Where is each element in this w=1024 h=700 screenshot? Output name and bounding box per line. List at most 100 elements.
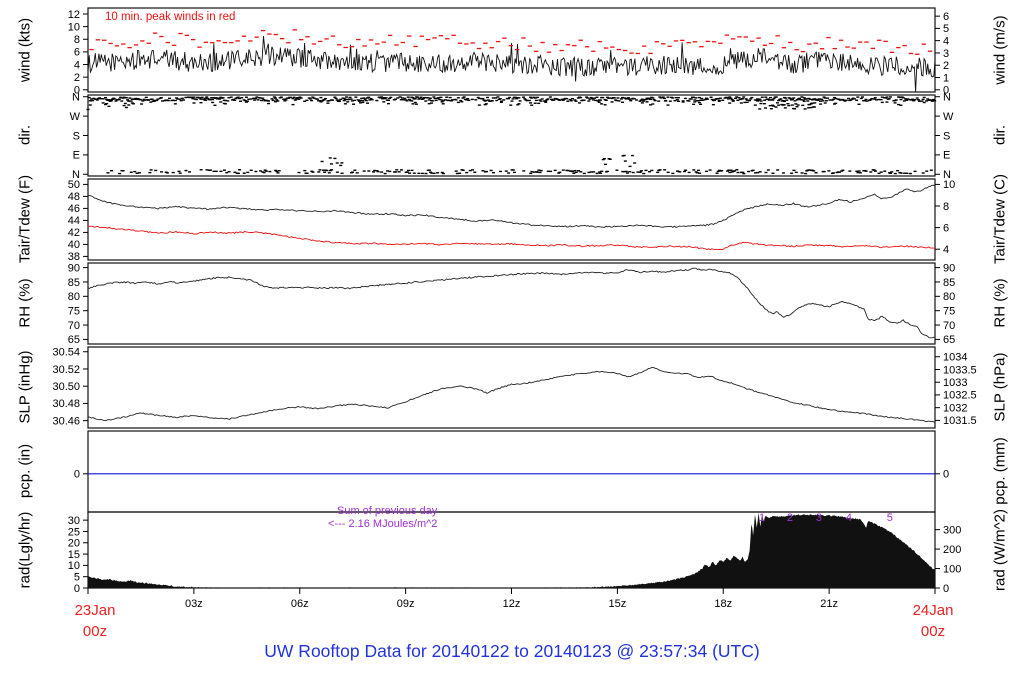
svg-text:75: 75: [943, 305, 955, 317]
svg-text:12: 12: [68, 9, 80, 21]
svg-text:4: 4: [74, 59, 80, 71]
svg-text:100: 100: [943, 563, 961, 575]
x-start-hour: 00z: [82, 623, 108, 640]
svg-text:44: 44: [68, 215, 80, 227]
svg-text:15z: 15z: [609, 598, 627, 610]
svg-text:1032: 1032: [943, 402, 967, 414]
svg-text:W: W: [943, 111, 954, 123]
svg-text:4: 4: [943, 35, 949, 47]
svg-text:1033: 1033: [943, 377, 967, 389]
svg-text:15: 15: [68, 549, 80, 561]
svg-text:N: N: [72, 92, 80, 104]
page-title: UW Rooftop Data for 20140122 to 20140123…: [264, 641, 760, 661]
svg-text:5: 5: [887, 512, 893, 524]
svg-text:30.50: 30.50: [52, 381, 80, 393]
svg-text:90: 90: [943, 262, 955, 274]
svg-text:10: 10: [943, 179, 955, 191]
svg-text:10: 10: [68, 21, 80, 33]
svg-text:42: 42: [68, 227, 80, 239]
svg-text:0: 0: [943, 469, 949, 481]
svg-text:65: 65: [68, 334, 80, 346]
svg-text:1: 1: [943, 72, 949, 84]
meteogram-page: 0 2 4 6 8 10 12 0 1 2 3 4 5 6 N E S W N N E S W N 38 40 42 44 46 48 50…: [0, 0, 1024, 700]
svg-text:20: 20: [68, 538, 80, 550]
svg-text:40: 40: [68, 239, 80, 251]
svg-text:0: 0: [74, 469, 80, 481]
left-axis-label-slp: SLP (inHg): [16, 350, 34, 424]
x-axis-start-date: 23Jan 00z: [75, 600, 116, 642]
svg-text:12z: 12z: [503, 598, 521, 610]
svg-text:W: W: [70, 111, 81, 123]
svg-text:03z: 03z: [185, 598, 203, 610]
rad-sum-note-line2: <--- 2.16 MJoules/m^2: [328, 518, 438, 530]
svg-text:1033.5: 1033.5: [943, 364, 977, 376]
svg-text:6: 6: [74, 47, 80, 59]
peak-winds-note: 10 min. peak winds in red: [105, 11, 236, 23]
right-axis-label-dir: dir.: [991, 124, 1009, 146]
svg-text:38: 38: [68, 251, 80, 263]
left-axis-label-wind: wind (kts): [16, 17, 34, 83]
svg-text:8: 8: [74, 34, 80, 46]
svg-text:50: 50: [68, 179, 80, 191]
svg-text:21z: 21z: [820, 598, 838, 610]
svg-text:4: 4: [846, 512, 852, 524]
svg-text:65: 65: [943, 334, 955, 346]
svg-text:18z: 18z: [714, 598, 732, 610]
svg-text:70: 70: [943, 320, 955, 332]
svg-text:30.54: 30.54: [52, 347, 80, 359]
svg-text:90: 90: [68, 262, 80, 274]
right-axis-label-rh: RH (%): [991, 278, 1009, 328]
svg-text:S: S: [73, 130, 80, 142]
svg-text:25: 25: [68, 526, 80, 538]
x-axis-end-date: 24Jan 00z: [913, 600, 954, 642]
meteogram-plot: 0246810120123456NESWNNESWN38404244464850…: [52, 7, 977, 610]
svg-text:30.46: 30.46: [52, 415, 80, 427]
svg-text:3: 3: [816, 512, 822, 524]
svg-text:S: S: [943, 130, 950, 142]
svg-text:6: 6: [943, 11, 949, 23]
svg-text:1034: 1034: [943, 352, 967, 364]
svg-text:300: 300: [943, 524, 961, 536]
svg-text:5: 5: [74, 571, 80, 583]
svg-text:E: E: [73, 150, 80, 162]
right-axis-label-wind: wind (m/s): [991, 15, 1009, 85]
rad-sum-note-line1: Sum of previous day: [337, 505, 438, 517]
svg-text:1: 1: [759, 512, 765, 524]
svg-text:200: 200: [943, 544, 961, 556]
left-axis-label-dir: dir.: [16, 124, 34, 146]
svg-text:4: 4: [943, 244, 949, 256]
svg-text:48: 48: [68, 191, 80, 203]
svg-text:70: 70: [68, 320, 80, 332]
svg-text:5: 5: [943, 23, 949, 35]
left-axis-label-temperature: Tair/Tdew (F): [16, 174, 34, 264]
svg-text:10: 10: [68, 560, 80, 572]
svg-text:30.48: 30.48: [52, 398, 80, 410]
svg-text:6: 6: [943, 222, 949, 234]
right-axis-label-slp: SLP (hPa): [991, 352, 1009, 422]
svg-text:85: 85: [68, 277, 80, 289]
svg-text:75: 75: [68, 305, 80, 317]
svg-text:46: 46: [68, 203, 80, 215]
svg-text:E: E: [943, 150, 950, 162]
left-axis-label-rad: rad(Lgly/hr): [16, 511, 34, 589]
left-axis-label-pcp: pcp. (in): [16, 443, 34, 499]
svg-text:8: 8: [943, 201, 949, 213]
svg-text:85: 85: [943, 277, 955, 289]
svg-text:2: 2: [74, 72, 80, 84]
svg-text:09z: 09z: [397, 598, 415, 610]
svg-text:2: 2: [943, 60, 949, 72]
x-end-day: 24Jan: [912, 602, 954, 619]
svg-text:0: 0: [74, 583, 80, 595]
svg-text:3: 3: [943, 48, 949, 60]
svg-text:2: 2: [787, 512, 793, 524]
right-axis-label-pcp: pcp. (mm): [991, 437, 1009, 505]
svg-text:0: 0: [943, 583, 949, 595]
left-axis-label-rh: RH (%): [16, 278, 34, 328]
svg-text:N: N: [943, 92, 951, 104]
x-end-hour: 00z: [920, 623, 946, 640]
svg-text:30.52: 30.52: [52, 364, 80, 376]
right-axis-label-temperature: Tair/Tdew (C): [991, 173, 1009, 265]
svg-text:1032.5: 1032.5: [943, 390, 977, 402]
svg-text:1031.5: 1031.5: [943, 415, 977, 427]
x-start-day: 23Jan: [74, 602, 116, 619]
